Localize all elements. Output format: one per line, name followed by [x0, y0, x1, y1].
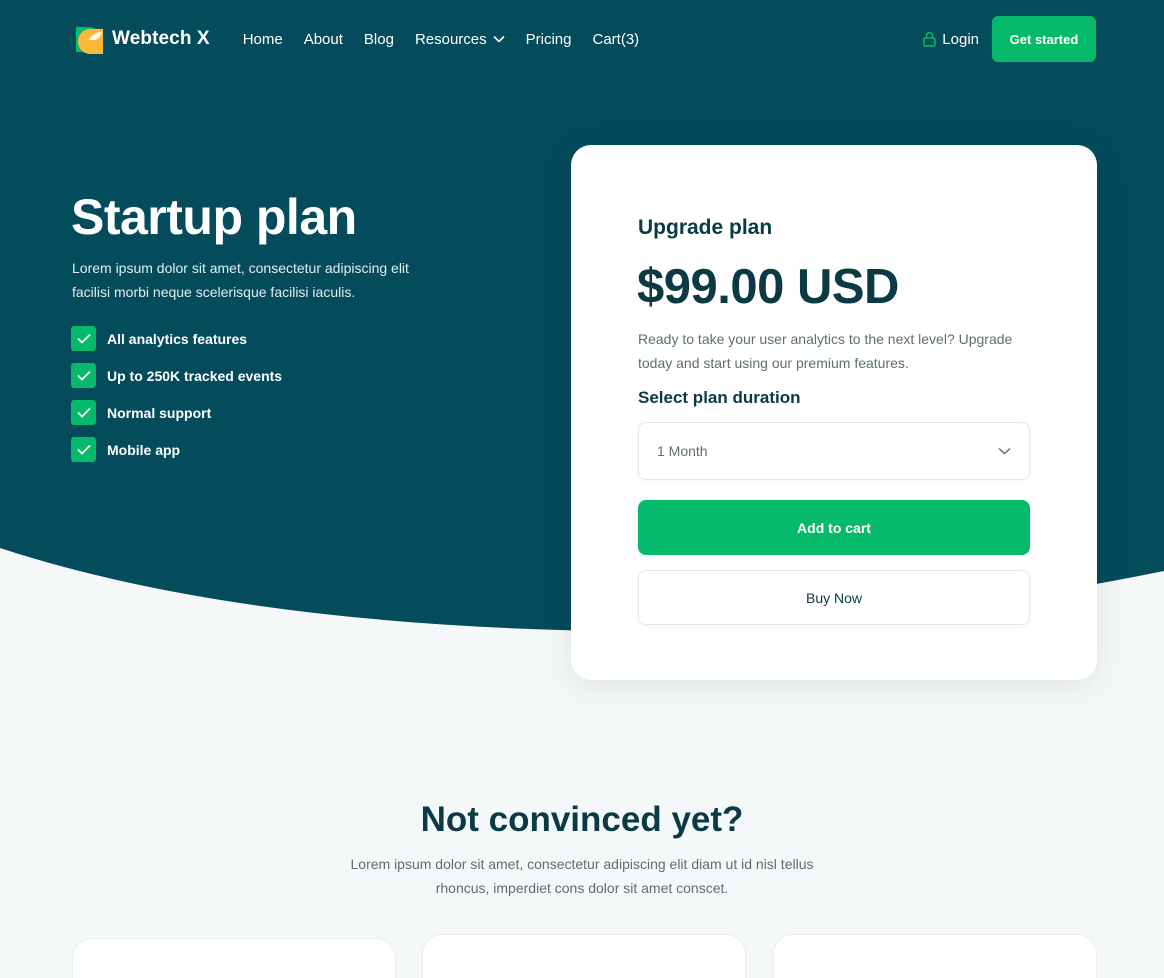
nav-link-resources-label: Resources	[414, 30, 487, 48]
hero-description: Lorem ipsum dolor sit amet, consectetur …	[72, 260, 409, 300]
brand-logo[interactable]: Webtech X	[72, 23, 210, 56]
feature-item: Up to 250K tracked events	[71, 363, 282, 388]
login-label: Login	[942, 30, 979, 48]
plan-duration-select[interactable]: 1 Month	[638, 422, 1030, 480]
nav-link-about[interactable]: About	[304, 31, 343, 48]
lock-icon	[923, 31, 937, 47]
nav-link-pricing[interactable]: Pricing	[526, 31, 572, 48]
section-description: Lorem ipsum dolor sit amet, consectetur …	[350, 856, 814, 896]
brand-name: Webtech X	[112, 28, 210, 49]
feature-label: Normal support	[107, 404, 212, 421]
nav-link-blog[interactable]: Blog	[364, 31, 394, 48]
checkmark-icon	[71, 363, 96, 388]
plan-price: $99.00 USD	[637, 260, 899, 314]
nav-links: Home About Blog Resources Pricing Cart(3…	[243, 31, 660, 48]
feature-label: Mobile app	[107, 441, 181, 458]
nav-link-cart[interactable]: Cart(3)	[593, 31, 640, 48]
top-nav: Webtech X Home About Blog Resources Pric…	[72, 16, 1096, 62]
info-card	[422, 934, 746, 978]
chevron-down-icon	[998, 447, 1011, 455]
info-card	[72, 938, 396, 978]
card-description: Ready to take your user analytics to the…	[638, 331, 1013, 371]
card-title: Upgrade plan	[638, 216, 773, 239]
feature-label: All analytics features	[107, 330, 248, 347]
nav-link-home[interactable]: Home	[243, 31, 283, 48]
feature-item: All analytics features	[71, 326, 282, 351]
get-started-button[interactable]: Get started	[992, 16, 1096, 62]
feature-item: Mobile app	[71, 437, 282, 462]
checkmark-icon	[71, 400, 96, 425]
feature-label: Up to 250K tracked events	[107, 367, 283, 384]
upgrade-plan-card: Upgrade plan $99.00 USD Ready to take yo…	[571, 145, 1097, 680]
feature-item: Normal support	[71, 400, 282, 425]
feature-list: All analytics features Up to 250K tracke…	[71, 326, 282, 474]
nav-dropdown-resources[interactable]: Resources	[415, 31, 505, 48]
selected-duration: 1 Month	[657, 443, 708, 459]
buy-now-button[interactable]: Buy Now	[638, 570, 1030, 625]
checkmark-icon	[71, 437, 96, 462]
chevron-down-icon	[493, 35, 505, 43]
info-card	[773, 934, 1097, 978]
logo-icon	[75, 26, 104, 54]
duration-label: Select plan duration	[638, 388, 801, 407]
hero-title: Startup plan	[71, 189, 357, 245]
checkmark-icon	[71, 326, 96, 351]
section-title: Not convinced yet?	[420, 800, 744, 839]
nav-actions: Login Get started	[923, 16, 1096, 62]
login-link[interactable]: Login	[923, 31, 979, 48]
add-to-cart-button[interactable]: Add to cart	[638, 500, 1030, 555]
